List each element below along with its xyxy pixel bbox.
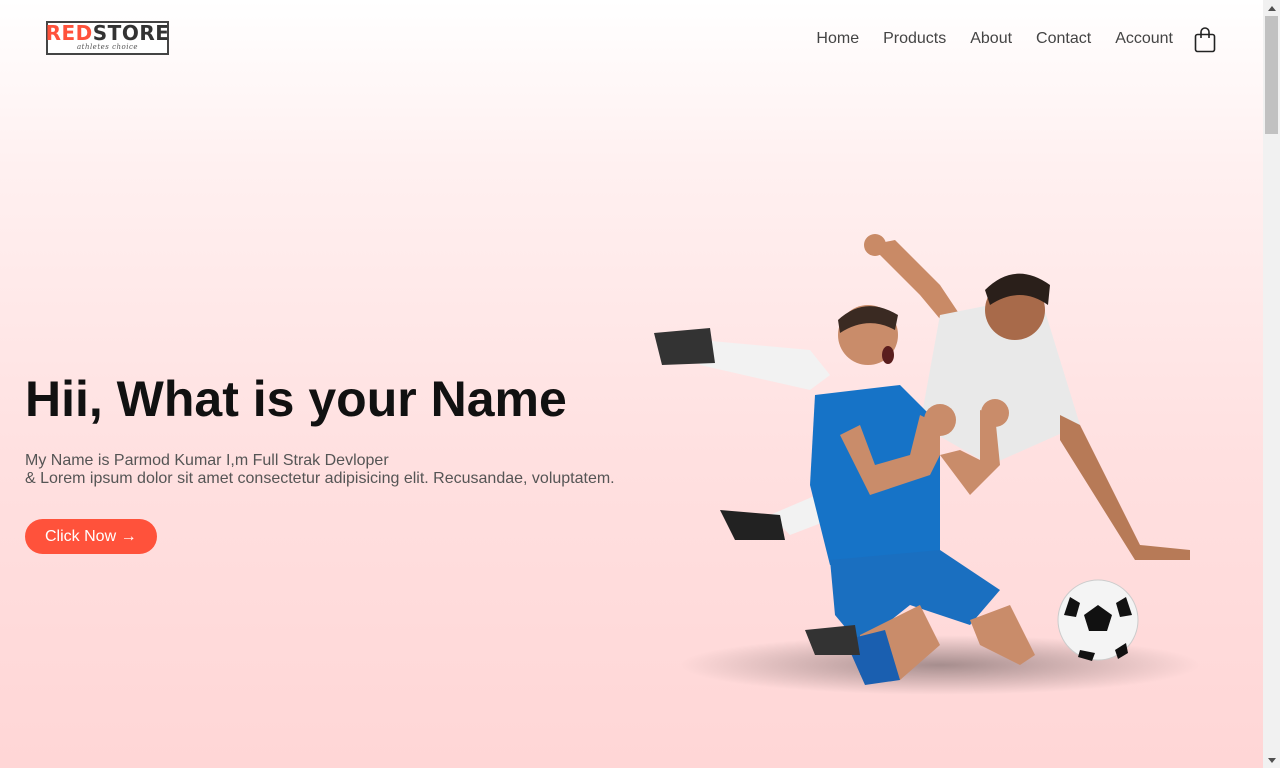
hero-line-2: & Lorem ipsum dolor sit amet consectetur… [25, 470, 615, 487]
nav-account[interactable]: Account [1115, 28, 1173, 50]
nav-about[interactable]: About [970, 28, 1012, 50]
soccer-players-image [654, 234, 1200, 695]
logo-red-part: RED [45, 21, 93, 45]
soccer-ball [1057, 579, 1139, 661]
shopping-bag-icon[interactable] [1194, 27, 1216, 53]
logo-dark-part: STORE [92, 21, 170, 45]
logo-wordmark: REDSTORE [45, 21, 170, 45]
hero-description: My Name is Parmod Kumar I,m Full Strak D… [25, 452, 645, 488]
scroll-down-arrow-icon[interactable] [1263, 752, 1280, 768]
nav-products[interactable]: Products [883, 28, 946, 50]
main-nav: Home Products About Contact Account [792, 28, 1173, 50]
logo-tagline: athletes choice [76, 43, 139, 51]
nav-contact[interactable]: Contact [1036, 28, 1091, 50]
vertical-scrollbar[interactable] [1263, 0, 1280, 768]
hero-line-1: My Name is Parmod Kumar I,m Full Strak D… [25, 452, 389, 469]
hero-title: Hii, What is your Name [25, 371, 567, 427]
nav-home[interactable]: Home [816, 28, 859, 50]
redstore-logo[interactable]: REDSTORE athletes choice [46, 21, 169, 55]
scroll-up-arrow-icon[interactable] [1263, 0, 1280, 16]
click-now-button[interactable]: Click Now → [25, 519, 157, 554]
scroll-thumb[interactable] [1265, 16, 1278, 134]
page: REDSTORE athletes choice Home Products A… [0, 0, 1263, 768]
